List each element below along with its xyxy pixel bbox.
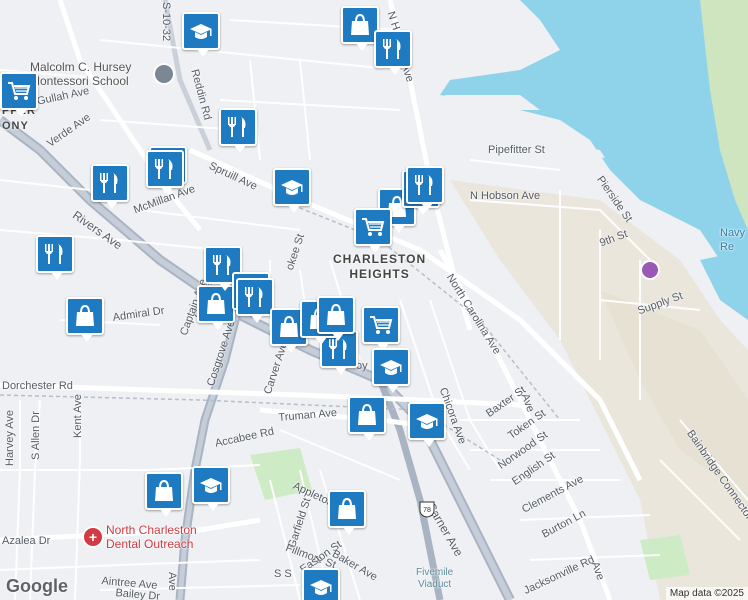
poi-label-dental-outreach[interactable]: North Charleston Dental Outreach [106, 523, 197, 551]
restaurant-marker-icon[interactable] [236, 278, 274, 323]
restaurant-marker-icon[interactable] [406, 166, 444, 211]
grocery-marker-icon[interactable] [362, 306, 400, 351]
street-label: S S [274, 568, 292, 580]
street-label: Ave [166, 572, 178, 591]
shopping-marker-icon[interactable] [317, 296, 355, 341]
street-label: Kent Ave [72, 394, 84, 438]
school-poi-icon[interactable] [153, 63, 175, 85]
government-poi-icon[interactable] [640, 260, 660, 280]
school-marker-icon[interactable] [182, 12, 220, 57]
street-label: Harvey Ave [4, 409, 16, 466]
street-label: Dorchester Rd [2, 380, 73, 392]
street-label: N Hobson Ave [470, 190, 541, 202]
route-shield-number: 78 [423, 507, 431, 514]
map-canvas[interactable]: CHARLESTON HEIGHTS PPER ONY Navy Re Malc… [0, 0, 748, 600]
street-label: Pipefitter St [488, 144, 545, 156]
route-shield: 78 [418, 500, 436, 518]
map-attribution[interactable]: Map data ©2025 [665, 587, 748, 600]
school-marker-icon[interactable] [302, 568, 340, 600]
shopping-marker-icon[interactable] [66, 297, 104, 342]
shopping-marker-icon[interactable] [348, 396, 386, 441]
grocery-marker-icon[interactable] [0, 72, 38, 117]
school-marker-icon[interactable] [192, 466, 230, 511]
medical-poi-icon[interactable]: + [82, 526, 104, 548]
shopping-marker-icon[interactable] [145, 472, 183, 517]
place-label-charleston-heights: CHARLESTON HEIGHTS [333, 252, 427, 281]
place-label-navy: Navy Re [720, 227, 746, 253]
google-logo[interactable]: Google [6, 576, 68, 597]
restaurant-marker-icon[interactable] [219, 108, 257, 153]
street-label: S Allen Dr [30, 411, 42, 460]
restaurant-marker-icon[interactable] [146, 150, 184, 195]
street-label: S-10-32 [160, 2, 172, 42]
school-marker-icon[interactable] [372, 348, 410, 393]
restaurant-marker-icon[interactable] [374, 30, 412, 75]
school-marker-icon[interactable] [273, 168, 311, 213]
poi-label-fivemile-viaduct[interactable]: Fivemile Viaduct [416, 567, 453, 591]
poi-label-hursey-school[interactable]: Malcolm C. Hursey Montessori School [30, 60, 131, 88]
school-marker-icon[interactable] [408, 402, 446, 447]
shopping-marker-icon[interactable] [328, 490, 366, 535]
restaurant-marker-icon[interactable] [91, 164, 129, 209]
map-base [0, 0, 748, 600]
grocery-marker-icon[interactable] [354, 208, 392, 253]
street-label: Azalea Dr [2, 535, 51, 547]
restaurant-marker-icon[interactable] [36, 235, 74, 280]
